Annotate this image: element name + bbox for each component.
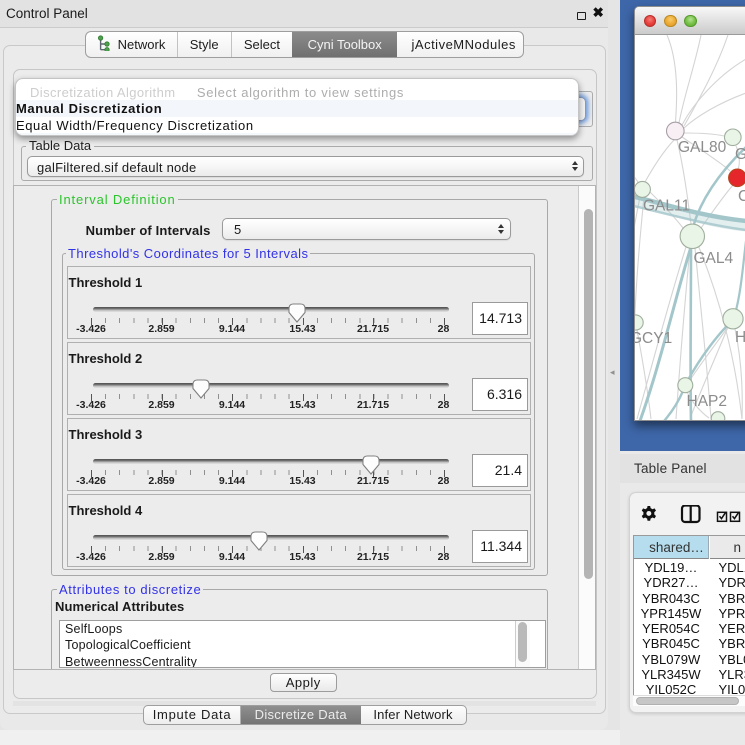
svg-text:HAP2: HAP2 (686, 393, 727, 410)
svg-text:GAL4: GAL4 (693, 250, 733, 267)
svg-text:GAL80: GAL80 (678, 139, 727, 156)
svg-text:C: C (738, 188, 745, 205)
svg-text:GCY1: GCY1 (635, 330, 672, 347)
svg-text:GAL11: GAL11 (643, 197, 690, 214)
svg-text:H: H (735, 329, 745, 346)
svg-text:GA: GA (735, 146, 745, 163)
